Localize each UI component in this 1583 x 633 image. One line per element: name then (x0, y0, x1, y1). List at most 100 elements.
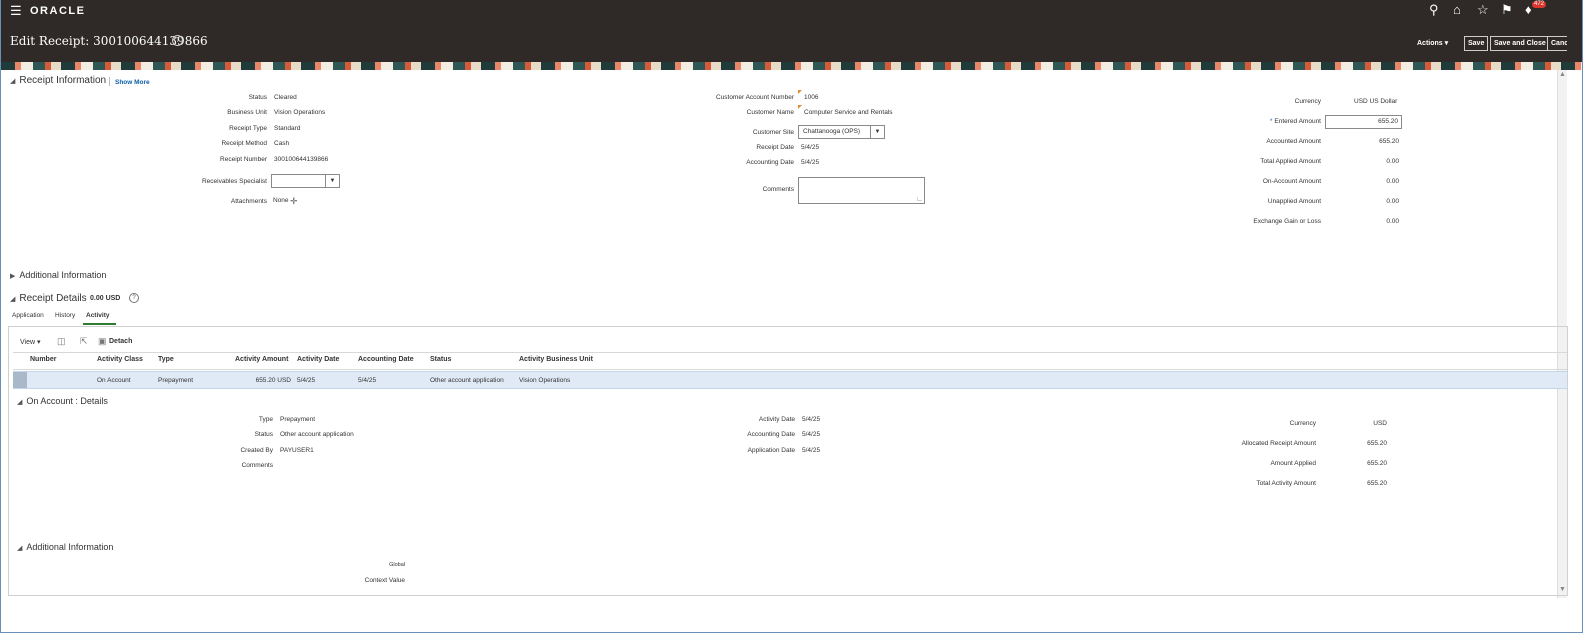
star-icon[interactable]: ☆ (1477, 3, 1489, 17)
scroll-up-arrow-icon[interactable]: ▲ (1559, 71, 1566, 78)
help-icon[interactable]: ? (129, 293, 139, 303)
oa-accounting-date-label: Accounting Date (747, 431, 795, 438)
actions-menu[interactable]: Actions ▾ (1417, 39, 1448, 47)
search-icon[interactable]: ⚲ (1429, 3, 1439, 17)
row-selector[interactable] (13, 372, 27, 388)
column-header-activity-class[interactable]: Activity Class (97, 356, 143, 363)
currency-value: USD US Dollar (1354, 98, 1398, 105)
collapse-triangle-icon: ◢ (17, 545, 23, 552)
column-header-activity-business-unit[interactable]: Activity Business Unit (519, 356, 593, 363)
cell-activity-amount: 655.20 USD (255, 377, 291, 384)
attachments-label: Attachments (230, 198, 267, 205)
oa-application-date-label: Application Date (747, 447, 795, 454)
status-value: Cleared (274, 94, 297, 101)
additional-information-header[interactable]: ▶ Additional Information (10, 270, 106, 280)
home-icon[interactable]: ⌂ (1453, 3, 1461, 17)
dropdown-arrow-icon[interactable]: ▼ (870, 126, 884, 138)
cell-type: Prepayment (158, 377, 194, 384)
oa-allocated-receipt-amount-value: 655.20 (1367, 440, 1387, 447)
receipt-number-value: 300100644139866 (274, 156, 329, 163)
tab-history[interactable]: History (55, 312, 75, 319)
cell-activity-date: 5/4/25 (297, 377, 316, 384)
receipt-information-title: Receipt Information (19, 75, 107, 86)
attachments-value: None (273, 197, 289, 204)
cell-accounting-date: 5/4/25 (358, 377, 377, 384)
bell-icon[interactable]: ♦ (1525, 3, 1532, 17)
detach-icon[interactable]: ▣ (98, 336, 107, 347)
export-icon[interactable]: ⇱ (80, 336, 88, 347)
column-header-number[interactable]: Number (30, 356, 56, 363)
oa-total-activity-amount-label: Total Activity Amount (1256, 480, 1316, 487)
accounting-date-value: 5/4/25 (801, 159, 820, 166)
collapse-triangle-icon: ◢ (10, 78, 16, 85)
column-header-status[interactable]: Status (430, 356, 451, 363)
add-attachment-icon[interactable]: ✛ (290, 196, 298, 207)
divider (109, 77, 110, 86)
column-header-type[interactable]: Type (158, 356, 174, 363)
detach-button[interactable]: Detach (109, 338, 132, 345)
receipt-details-header[interactable]: ◢ Receipt Details (10, 293, 87, 304)
flag-icon[interactable]: ⚑ (1501, 3, 1513, 17)
receivables-specialist-select[interactable]: ▼ (271, 174, 340, 188)
tab-application[interactable]: Application (12, 312, 44, 319)
divider (13, 369, 1567, 370)
entered-amount-input[interactable]: 655.20 (1325, 115, 1402, 129)
save-button[interactable]: Save (1464, 36, 1489, 51)
save-and-close-button[interactable]: Save and Close (1490, 36, 1550, 51)
oa-currency-label: Currency (1289, 420, 1316, 427)
hamburger-menu-icon[interactable]: ☰ (10, 4, 22, 17)
tab-activity[interactable]: Activity (86, 312, 109, 319)
column-header-activity-date[interactable]: Activity Date (297, 356, 339, 363)
view-menu-label: View (20, 339, 36, 346)
accounted-amount-value: 655.20 (1379, 138, 1399, 145)
cancel-button[interactable]: Cancel (1547, 36, 1567, 51)
on-account-details-header[interactable]: ◢ On Account : Details (17, 396, 108, 406)
comments-textarea[interactable]: ∟ (798, 177, 925, 204)
column-header-accounting-date[interactable]: Accounting Date (358, 356, 414, 363)
oa-comments-label: Comments (241, 462, 273, 469)
oracle-logo[interactable]: ORACLE (30, 5, 85, 17)
dropdown-arrow-icon[interactable]: ▼ (325, 175, 339, 187)
receipt-information-header[interactable]: ◢ Receipt Information (10, 75, 106, 86)
decorative-banner (1, 62, 1582, 70)
cell-status: Other account application (430, 377, 504, 384)
query-by-example-icon[interactable]: ◫ (57, 336, 66, 347)
page-frame: ☰ ORACLE ⚲ ⌂ ☆ ⚑ ♦ 472 Edit Receipt: 300… (0, 0, 1583, 633)
total-applied-amount-value: 0.00 (1386, 158, 1399, 165)
column-header-activity-amount[interactable]: Activity Amount (235, 356, 288, 363)
activity-tab-panel (8, 326, 1568, 596)
additional-information-2-header[interactable]: ◢ Additional Information (17, 542, 113, 552)
page-title-bar: Edit Receipt: 300100644139866 ? Actions … (1, 22, 1582, 62)
oa-status-value: Other account application (280, 431, 354, 438)
show-more-link[interactable]: Show More (115, 79, 150, 86)
collapse-triangle-icon: ◢ (10, 296, 16, 303)
oa-type-value: Prepayment (280, 416, 316, 423)
help-icon[interactable]: ? (172, 35, 183, 46)
collapse-triangle-icon: ◢ (17, 399, 23, 406)
comments-label: Comments (762, 186, 794, 193)
oa-allocated-receipt-amount-label: Allocated Receipt Amount (1241, 440, 1316, 447)
cell-activity-business-unit: Vision Operations (519, 377, 571, 384)
receipt-details-title: Receipt Details (19, 293, 87, 304)
receipt-type-value: Standard (274, 125, 301, 132)
active-tab-indicator (83, 323, 116, 325)
expand-triangle-icon: ▶ (10, 273, 16, 280)
oa-status-label: Status (254, 431, 273, 438)
entered-amount-label-text: Entered Amount (1274, 118, 1321, 125)
receipt-number-label: Receipt Number (220, 156, 267, 163)
receipt-method-value: Cash (274, 140, 290, 147)
exchange-gain-loss-label: Exchange Gain or Loss (1253, 218, 1321, 225)
unapplied-amount-label: Unapplied Amount (1267, 198, 1321, 205)
status-label: Status (248, 94, 267, 101)
resize-handle-icon[interactable]: ∟ (916, 196, 923, 203)
oa-accounting-date-value: 5/4/25 (802, 431, 821, 438)
global-label: Global (389, 562, 405, 568)
entered-amount-label: * Entered Amount (1201, 118, 1321, 125)
notification-count-badge: 472 (1532, 1, 1547, 8)
receipt-method-label: Receipt Method (221, 140, 267, 147)
chevron-down-icon: ▾ (37, 339, 41, 346)
currency-label: Currency (1294, 98, 1321, 105)
customer-site-select[interactable]: Chattanooga (OPS) ▼ (798, 125, 885, 139)
view-menu[interactable]: View ▾ (20, 338, 41, 346)
receivables-specialist-label: Receivables Specialist (201, 178, 267, 185)
